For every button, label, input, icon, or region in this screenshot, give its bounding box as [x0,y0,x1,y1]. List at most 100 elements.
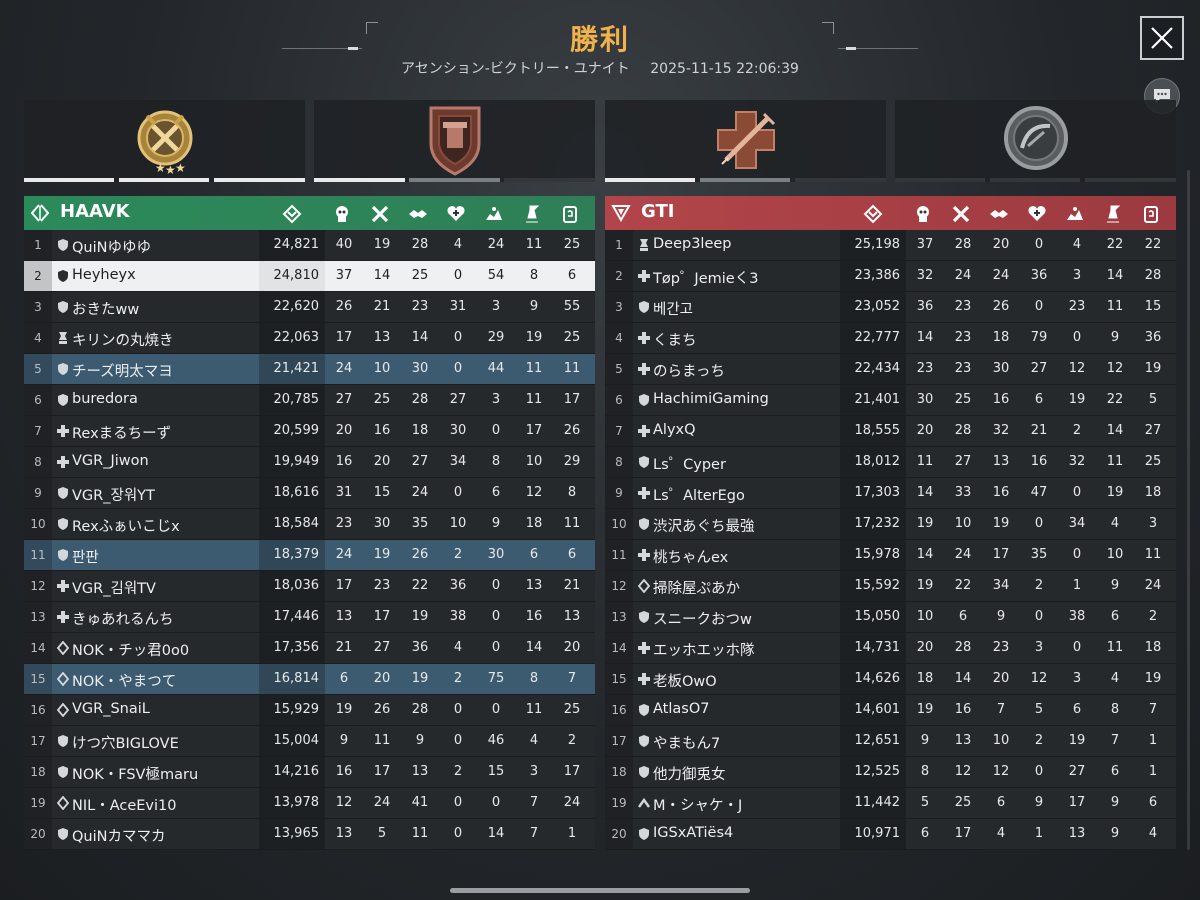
award-slot-4[interactable] [895,100,1176,182]
player-score: 15,929 [273,702,320,717]
stat-revives: 19 [1144,361,1162,376]
player-rank: 10 [30,517,46,531]
match-info: アセンション-ビクトリー・ユナイト 2025-11-15 22:06:39 [0,58,1200,78]
player-score: 16,814 [273,671,320,686]
shield-class-icon [639,611,649,623]
shield-class-icon [639,394,649,406]
player-name: AtlasO7 [653,701,710,717]
player-row[interactable]: 8 Ls゜Cyper 18,012 11 27 13 16 32 11 25 [605,447,1176,478]
stat-revives: 11 [1144,547,1162,562]
player-row[interactable]: 15 老板OwO 14,626 18 14 20 12 3 4 19 [605,664,1176,695]
award-slot-3[interactable] [605,100,886,182]
player-row[interactable]: 3 베간고 23,052 36 23 26 0 23 11 15 [605,292,1176,323]
player-row[interactable]: 13 スニークおつw 15,050 10 6 9 0 38 6 2 [605,602,1176,633]
player-name: きゅあれるんち [72,612,174,628]
shield-class-icon [58,549,68,561]
team-header-right: GTI [605,196,1176,230]
player-name: 老板OwO [653,674,717,690]
player-row[interactable]: 5 のらまっち 22,434 23 23 30 27 12 12 19 [605,354,1176,385]
diamond-class-icon [638,579,650,593]
player-rank: 20 [30,827,46,841]
player-row[interactable]: 12 掃除屋ぷあか 15,592 19 22 34 2 1 9 24 [605,571,1176,602]
player-row[interactable]: 20 QuiNカママカ 13,965 13 5 11 0 14 7 1 [24,819,595,850]
player-score: 13,978 [273,795,320,810]
stat-revives: 3 [1148,516,1158,531]
player-row[interactable]: 15 NOK・やまつて 16,814 6 20 19 2 75 8 7 [24,664,595,695]
player-row[interactable]: 17 けつ穴BIGLOVE 15,004 9 11 9 0 46 4 2 [24,726,595,757]
player-row[interactable]: 2 Tøp゜Jemieく3 23,386 32 24 24 36 3 14 28 [605,261,1176,292]
player-score: 18,616 [273,485,320,500]
player-row[interactable]: 8 VGR_Jiwon 19,949 16 20 27 34 8 10 29 [24,447,595,478]
stat-revives: 5 [1148,392,1158,407]
player-row[interactable]: 10 Rexふぁいこじx 18,584 23 30 35 10 9 18 11 [24,509,595,540]
stat-revives: 13 [563,609,581,624]
stat-revives: 28 [1144,268,1162,283]
player-name: NOK・FSV極maru [72,767,199,783]
player-score: 17,232 [854,516,901,531]
player-rank: 5 [34,362,42,376]
player-row[interactable]: 2 Heyheyx 24,810 37 14 25 0 54 8 6 [24,261,595,292]
diamond-class-icon [57,641,69,655]
player-row[interactable]: 11 桃ちゃんex 15,978 14 24 17 35 0 10 11 [605,540,1176,571]
player-row[interactable]: 9 Ls゜AlterEgo 17,303 14 33 16 47 0 19 18 [605,478,1176,509]
player-name: 渋沢あぐち最強 [653,519,755,535]
player-row[interactable]: 9 VGR_장워YT 18,616 31 15 24 0 6 12 8 [24,478,595,509]
stat-revives: 21 [563,578,581,593]
player-row[interactable]: 13 きゅあれるんち 17,446 13 17 19 38 0 16 13 [24,602,595,633]
close-button[interactable] [1140,16,1184,60]
player-row[interactable]: 1 Deep3leep 25,198 37 28 20 0 4 22 22 [605,230,1176,261]
player-row[interactable]: 11 판판 18,379 24 19 26 2 30 6 6 [24,540,595,571]
player-name: 판판 [72,550,99,566]
heal-icon [1028,206,1046,221]
award-slot-2[interactable] [314,100,595,182]
player-row[interactable]: 4 くまち 22,777 14 23 18 79 0 9 36 [605,323,1176,354]
player-rank: 7 [34,424,42,438]
player-row[interactable]: 17 やまもん7 12,651 9 13 10 2 19 7 1 [605,726,1176,757]
heal-icon [447,206,465,221]
player-score: 25,198 [854,237,901,252]
player-row[interactable]: 14 NOK・チッ君0o0 17,356 21 27 36 4 0 14 20 [24,633,595,664]
stat-revives: 2 [567,733,577,748]
scrollbar[interactable] [1187,170,1190,850]
player-row[interactable]: 7 AlyxQ 18,555 20 28 32 21 2 14 27 [605,416,1176,447]
kills-icon [917,206,929,222]
player-row[interactable]: 6 HachimiGaming 21,401 30 25 16 6 19 22 5 [605,385,1176,416]
player-row[interactable]: 6 buredora 20,785 27 25 28 27 3 11 17 [24,385,595,416]
player-row[interactable]: 19 M・シャケ・J 11,442 5 25 6 9 17 9 6 [605,788,1176,819]
player-row[interactable]: 20 IGSxATiës4 10,971 6 17 4 1 13 9 4 [605,819,1176,850]
player-rank: 17 [30,734,46,748]
player-row[interactable]: 12 VGR_김워TV 18,036 17 23 22 36 0 13 21 [24,571,595,602]
diamond-class-icon [57,672,69,686]
player-name: Ls゜AlterEgo [653,488,745,504]
player-score: 15,592 [854,578,901,593]
stat-revives: 7 [567,671,577,686]
player-rank: 2 [615,269,623,283]
home-indicator[interactable] [450,888,750,893]
award-progress-4 [895,178,1176,182]
stat-revives: 1 [567,826,577,841]
player-row[interactable]: 3 おきたww 22,620 26 21 23 31 3 9 55 [24,292,595,323]
player-row[interactable]: 19 NIL・AceEvi10 13,978 12 24 41 0 0 7 24 [24,788,595,819]
player-name: QuiNゆゆゆ [72,240,151,256]
player-score: 14,626 [854,671,901,686]
player-row[interactable]: 16 AtlasO7 14,601 19 16 7 5 6 8 7 [605,695,1176,726]
player-row[interactable]: 7 Rexまるちーず 20,599 20 16 18 30 0 17 26 [24,416,595,447]
team-logo-icon [30,204,50,222]
award-progress-2 [314,178,595,182]
team-name-left: HAAVK [60,201,130,222]
player-row[interactable]: 4 キリンの丸焼き 22,063 17 13 14 0 29 19 25 [24,323,595,354]
player-row[interactable]: 18 NOK・FSV極maru 14,216 16 17 13 2 15 3 17 [24,757,595,788]
stat-revives: 1 [1148,764,1158,779]
player-row[interactable]: 1 QuiNゆゆゆ 24,821 40 19 28 4 24 11 25 [24,230,595,261]
player-row[interactable]: 16 VGR_SnaiL 15,929 19 26 28 0 0 11 25 [24,695,595,726]
player-score: 10,971 [854,826,901,841]
player-row[interactable]: 10 渋沢あぐち最強 17,232 19 10 19 0 34 4 3 [605,509,1176,540]
player-row[interactable]: 14 エッホエッホ隊 14,731 20 28 23 3 0 11 18 [605,633,1176,664]
player-name: スニークおつw [653,612,752,628]
shield-class-icon [58,828,68,840]
player-rank: 7 [615,424,623,438]
player-row[interactable]: 5 チーズ明太マヨ 21,421 24 10 30 0 44 11 11 [24,354,595,385]
player-score: 12,525 [854,764,901,779]
award-slot-1[interactable]: ★ ★ ★ [24,100,305,182]
player-row[interactable]: 18 他力御兎女 12,525 8 12 12 0 27 6 1 [605,757,1176,788]
